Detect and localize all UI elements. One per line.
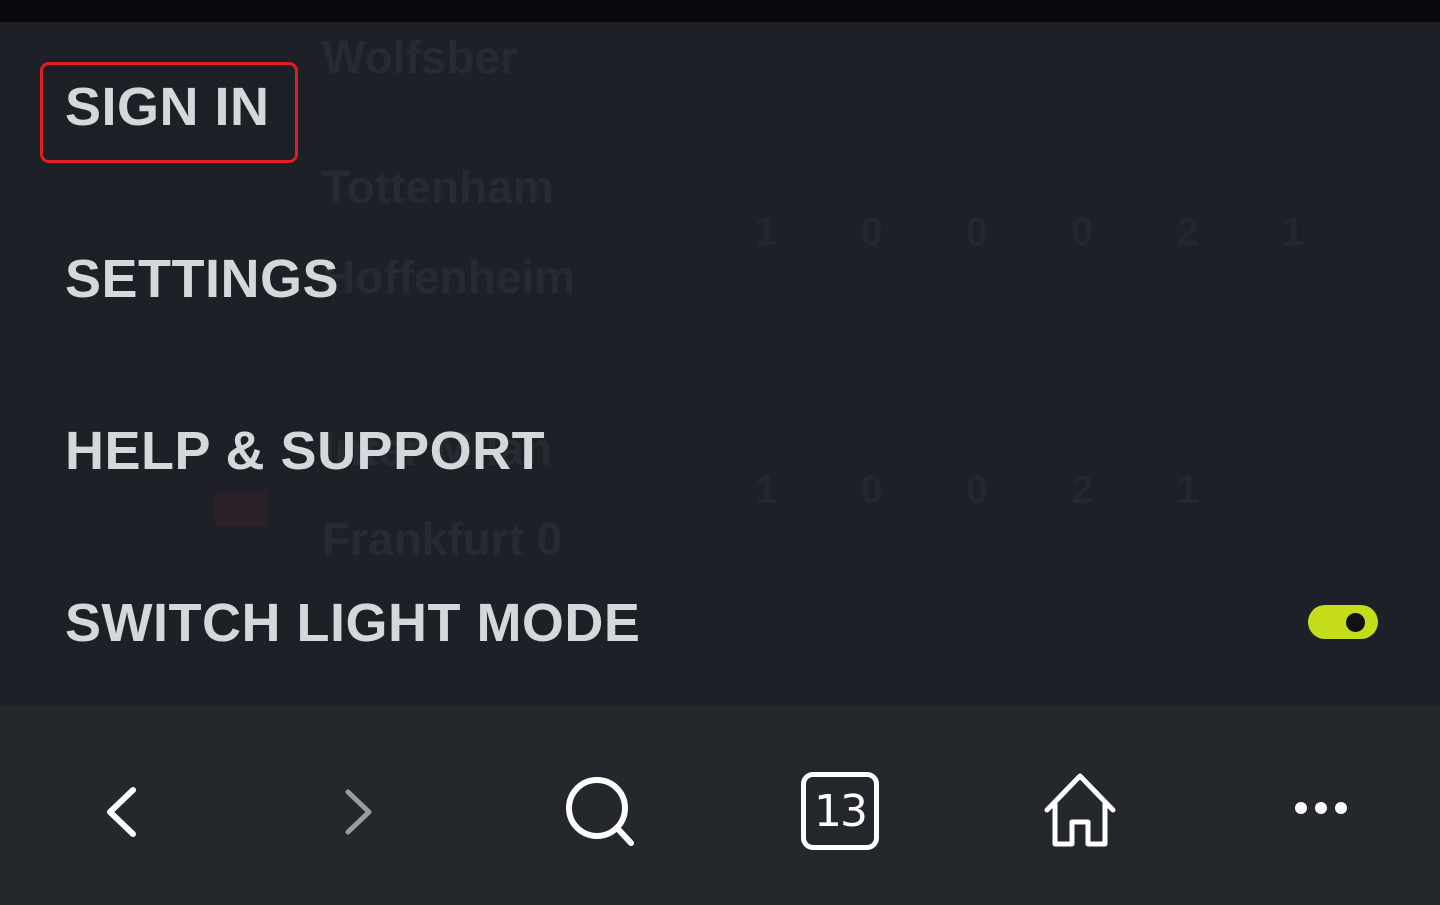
menu-panel: Wolfsber Tottenham 1 0 0 0 2 1 Hoffenhei… bbox=[0, 22, 1440, 706]
toggle-knob bbox=[1346, 613, 1365, 632]
background-team-name: Frankfurt 0 bbox=[322, 513, 563, 565]
top-edge bbox=[0, 0, 1440, 22]
background-team-name: Hoffenheim bbox=[322, 251, 575, 303]
search-icon bbox=[566, 777, 634, 846]
browser-bottom-toolbar: 13 bbox=[0, 706, 1440, 905]
background-team-name: Wolfsber bbox=[322, 31, 518, 83]
back-button[interactable] bbox=[76, 766, 166, 856]
tabs-icon: 13 bbox=[801, 772, 879, 850]
menu-item-help-support[interactable]: HELP & SUPPORT bbox=[65, 424, 545, 478]
menu-item-switch-light-mode[interactable]: SWITCH LIGHT MODE bbox=[65, 596, 640, 650]
more-icon bbox=[1295, 802, 1347, 814]
search-button[interactable] bbox=[554, 766, 644, 856]
forward-button[interactable] bbox=[314, 766, 404, 856]
more-button[interactable] bbox=[1276, 766, 1366, 856]
background-score-row: 1 0 0 0 2 1 bbox=[755, 210, 1341, 254]
forward-icon bbox=[345, 789, 372, 835]
home-button[interactable] bbox=[1035, 766, 1125, 856]
back-icon bbox=[107, 787, 136, 837]
light-mode-toggle[interactable] bbox=[1308, 605, 1378, 639]
menu-item-sign-in[interactable]: SIGN IN bbox=[65, 80, 270, 134]
tabs-button[interactable]: 13 bbox=[795, 766, 885, 856]
background-score-row: 1 0 0 2 1 bbox=[755, 468, 1235, 512]
background-team-logo bbox=[214, 492, 268, 526]
menu-item-settings[interactable]: SETTINGS bbox=[65, 252, 339, 306]
home-icon bbox=[1044, 773, 1116, 847]
background-team-name: Tottenham bbox=[322, 161, 554, 213]
